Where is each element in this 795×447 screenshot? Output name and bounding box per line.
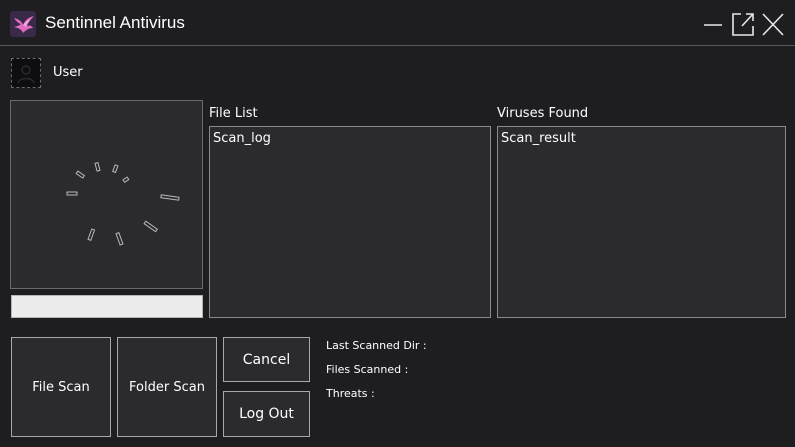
viruses-found-label: Viruses Found: [497, 106, 589, 121]
loading-spinner-icon: [66, 162, 180, 246]
threats-label: Threats :: [326, 387, 375, 400]
close-icon[interactable]: [761, 11, 785, 37]
user-avatar-icon[interactable]: [11, 58, 41, 88]
minimize-icon[interactable]: [702, 11, 726, 37]
last-scanned-dir-label: Last Scanned Dir :: [326, 339, 427, 352]
maximize-icon[interactable]: [731, 11, 755, 37]
scan-progress-bar: [11, 295, 203, 318]
user-name: User: [53, 65, 83, 80]
list-item[interactable]: Scan_log: [212, 129, 488, 149]
log-out-button[interactable]: Log Out: [223, 391, 310, 437]
scan-animation-panel: [10, 100, 203, 289]
list-item[interactable]: Scan_result: [500, 129, 783, 149]
bird-logo-icon: [10, 11, 36, 37]
file-list[interactable]: Scan_log: [209, 126, 491, 318]
files-scanned-label: Files Scanned :: [326, 363, 409, 376]
folder-scan-button[interactable]: Folder Scan: [117, 337, 217, 437]
title-bar[interactable]: Sentinnel Antivirus: [0, 0, 795, 46]
cancel-button[interactable]: Cancel: [223, 337, 310, 382]
file-list-label: File List: [209, 106, 258, 121]
app-title: Sentinnel Antivirus: [45, 13, 185, 32]
main-window: Sentinnel Antivirus User File List Scan_…: [0, 0, 795, 447]
viruses-found-list[interactable]: Scan_result: [497, 126, 786, 318]
file-scan-button[interactable]: File Scan: [11, 337, 111, 437]
